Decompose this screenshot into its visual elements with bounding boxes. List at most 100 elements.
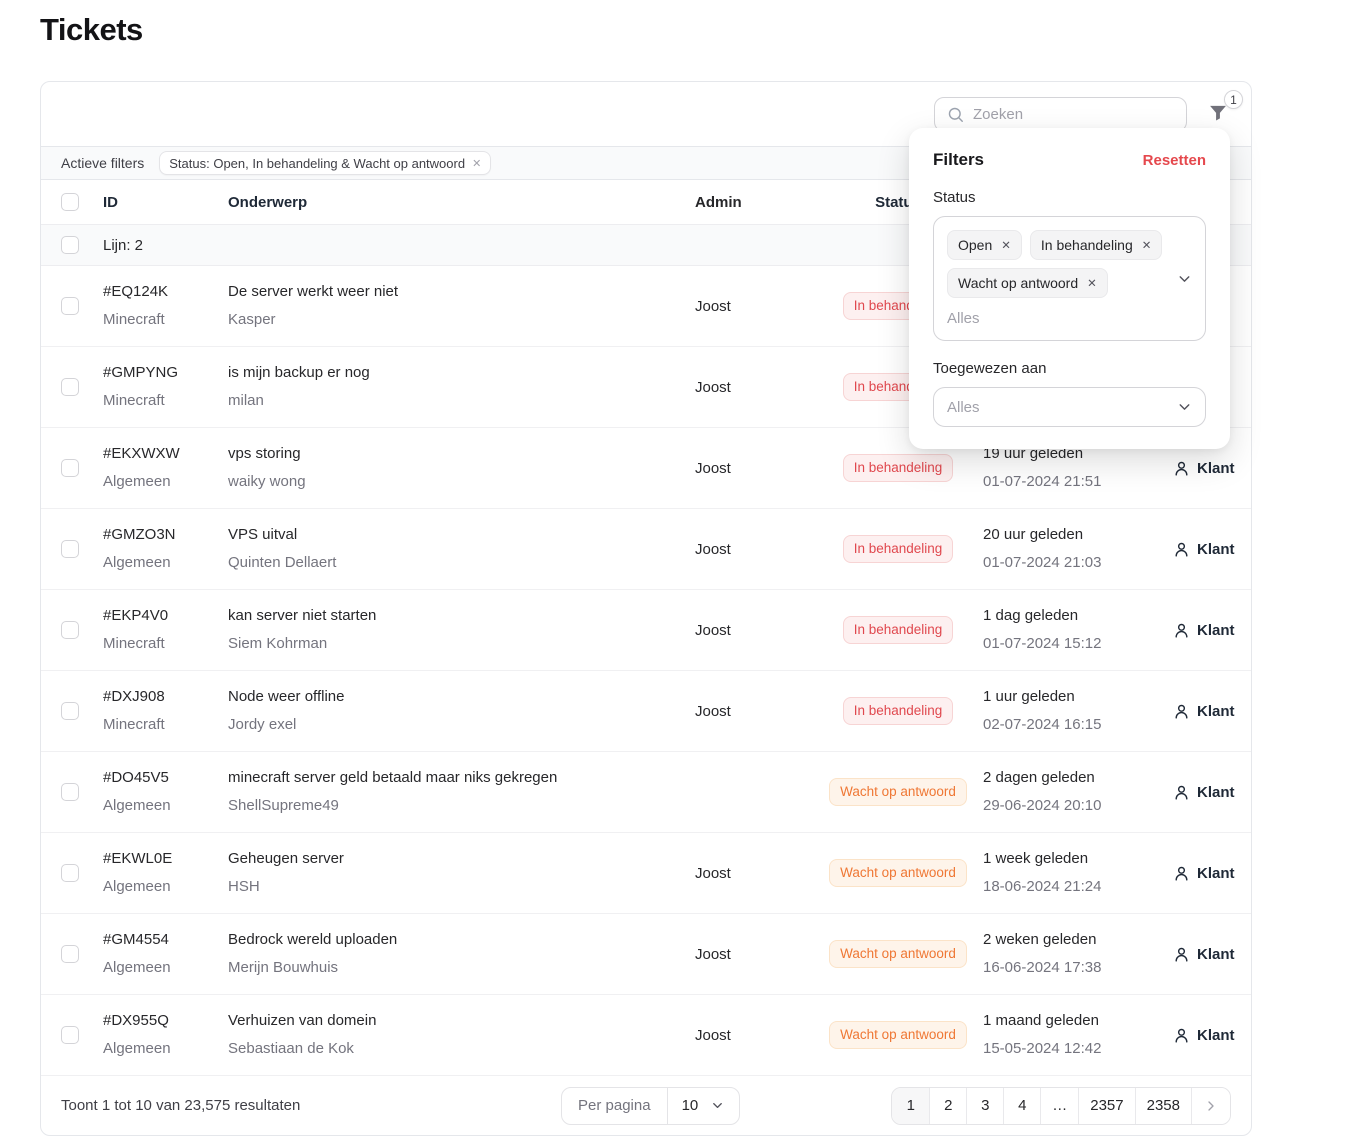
ticket-admin: Joost xyxy=(695,946,813,963)
header-admin: Admin xyxy=(695,194,813,211)
active-filters-label: Actieve filters xyxy=(61,155,144,171)
per-page-select[interactable]: 10 xyxy=(667,1088,740,1124)
filter-chip[interactable]: Open ✕ xyxy=(947,230,1022,260)
ticket-requester: Jordy exel xyxy=(228,717,681,734)
ticket-category: Algemeen xyxy=(103,474,228,491)
time-absolute: 29-06-2024 20:10 xyxy=(983,798,1173,815)
person-icon xyxy=(1173,784,1190,801)
per-page-label: Per pagina xyxy=(562,1088,667,1124)
ticket-category: Algemeen xyxy=(103,555,228,572)
group-checkbox[interactable] xyxy=(61,236,79,254)
ticket-subject: minecraft server geld betaald maar niks … xyxy=(228,770,681,787)
person-icon xyxy=(1173,541,1190,558)
last-reply-label: Klant xyxy=(1197,541,1235,558)
person-icon xyxy=(1173,865,1190,882)
person-icon xyxy=(1173,622,1190,639)
row-checkbox[interactable] xyxy=(61,540,79,558)
header-id: ID xyxy=(103,194,228,211)
time-absolute: 18-06-2024 21:24 xyxy=(983,879,1173,896)
remove-chip-icon[interactable]: ✕ xyxy=(1087,276,1097,290)
time-relative: 2 dagen geleden xyxy=(983,770,1173,787)
page-button[interactable]: 4 xyxy=(1003,1088,1040,1124)
per-page-control[interactable]: Per pagina 10 xyxy=(561,1087,740,1125)
table-row[interactable]: #EKWL0E Algemeen Geheugen server HSH Joo… xyxy=(41,833,1251,914)
reset-filters-button[interactable]: Resetten xyxy=(1143,152,1206,169)
last-reply: Klant xyxy=(1173,703,1235,720)
status-badge: Wacht op antwoord xyxy=(829,778,967,807)
active-filter-chip[interactable]: Status: Open, In behandeling & Wacht op … xyxy=(159,151,491,175)
table-row[interactable]: #EKP4V0 Minecraft kan server niet starte… xyxy=(41,590,1251,671)
ticket-id: #DXJ908 xyxy=(103,689,228,706)
row-checkbox[interactable] xyxy=(61,621,79,639)
last-reply-label: Klant xyxy=(1197,784,1235,801)
ticket-category: Minecraft xyxy=(103,312,228,329)
ticket-subject: Node weer offline xyxy=(228,689,681,706)
ticket-subject: kan server niet starten xyxy=(228,608,681,625)
ticket-admin: Joost xyxy=(695,622,813,639)
page-button[interactable]: 2 xyxy=(929,1088,966,1124)
status-multiselect[interactable]: Open✕In behandeling✕Wacht op antwoord✕ A… xyxy=(933,216,1206,341)
ticket-requester: waiky wong xyxy=(228,474,681,491)
person-icon xyxy=(1173,946,1190,963)
status-filter-label: Status xyxy=(933,189,1206,206)
ticket-requester: milan xyxy=(228,393,681,410)
filter-button[interactable]: 1 xyxy=(1207,103,1229,125)
search-box[interactable] xyxy=(934,97,1187,132)
page-title: Tickets xyxy=(40,12,143,48)
filter-chip-text: In behandeling xyxy=(1041,237,1133,253)
status-badge: Wacht op antwoord xyxy=(829,940,967,969)
time-relative: 1 maand geleden xyxy=(983,1013,1173,1030)
ticket-category: Algemeen xyxy=(103,798,228,815)
next-page-button[interactable] xyxy=(1191,1088,1230,1124)
filter-chip[interactable]: Wacht op antwoord✕ xyxy=(947,268,1108,298)
select-all-checkbox[interactable] xyxy=(61,193,79,211)
table-row[interactable]: #DO45V5 Algemeen minecraft server geld b… xyxy=(41,752,1251,833)
row-checkbox[interactable] xyxy=(61,702,79,720)
time-absolute: 01-07-2024 15:12 xyxy=(983,636,1173,653)
remove-chip-icon[interactable]: ✕ xyxy=(1001,238,1011,252)
page-button[interactable]: 1 xyxy=(892,1088,929,1124)
active-filter-chip-text: Status: Open, In behandeling & Wacht op … xyxy=(169,156,465,171)
row-checkbox[interactable] xyxy=(61,378,79,396)
filter-chip-text: Open xyxy=(958,237,992,253)
row-checkbox[interactable] xyxy=(61,945,79,963)
table-row[interactable]: #GM4554 Algemeen Bedrock wereld uploaden… xyxy=(41,914,1251,995)
last-reply: Klant xyxy=(1173,1027,1235,1044)
assigned-filter-label: Toegewezen aan xyxy=(933,360,1206,377)
row-checkbox[interactable] xyxy=(61,864,79,882)
page-button[interactable]: 2357 xyxy=(1078,1088,1134,1124)
time-absolute: 01-07-2024 21:03 xyxy=(983,555,1173,572)
search-input[interactable] xyxy=(973,106,1174,123)
time-relative: 1 week geleden xyxy=(983,851,1173,868)
table-row[interactable]: #DX955Q Algemeen Verhuizen van domein Se… xyxy=(41,995,1251,1076)
status-badge: In behandeling xyxy=(843,616,954,645)
results-text: Toont 1 tot 10 van 23,575 resultaten xyxy=(61,1097,561,1114)
row-checkbox[interactable] xyxy=(61,783,79,801)
row-checkbox[interactable] xyxy=(61,1026,79,1044)
ticket-subject: VPS uitval xyxy=(228,527,681,544)
last-reply-label: Klant xyxy=(1197,622,1235,639)
ticket-category: Algemeen xyxy=(103,960,228,977)
chevron-down-icon[interactable] xyxy=(1176,270,1193,287)
page-button[interactable]: 2358 xyxy=(1135,1088,1191,1124)
row-checkbox[interactable] xyxy=(61,297,79,315)
remove-chip-icon[interactable]: ✕ xyxy=(1142,238,1152,252)
page-button[interactable]: 3 xyxy=(966,1088,1003,1124)
last-reply: Klant xyxy=(1173,865,1235,882)
assigned-select[interactable]: Alles xyxy=(933,387,1206,427)
ticket-category: Minecraft xyxy=(103,393,228,410)
ticket-id: #GMPYNG xyxy=(103,365,228,382)
filter-chip[interactable]: In behandeling ✕ xyxy=(1030,230,1163,260)
table-row[interactable]: #DXJ908 Minecraft Node weer offline Jord… xyxy=(41,671,1251,752)
last-reply: Klant xyxy=(1173,541,1235,558)
row-checkbox[interactable] xyxy=(61,459,79,477)
last-reply-label: Klant xyxy=(1197,1027,1235,1044)
table-row[interactable]: #GMZO3N Algemeen VPS uitval Quinten Dell… xyxy=(41,509,1251,590)
ticket-requester: ShellSupreme49 xyxy=(228,798,681,815)
ticket-admin: Joost xyxy=(695,541,813,558)
ticket-id: #DX955Q xyxy=(103,1013,228,1030)
page-button[interactable]: … xyxy=(1040,1088,1078,1124)
status-placeholder: Alles xyxy=(947,310,1169,327)
ticket-admin: Joost xyxy=(695,460,813,477)
remove-filter-icon[interactable]: ✕ xyxy=(472,157,481,170)
